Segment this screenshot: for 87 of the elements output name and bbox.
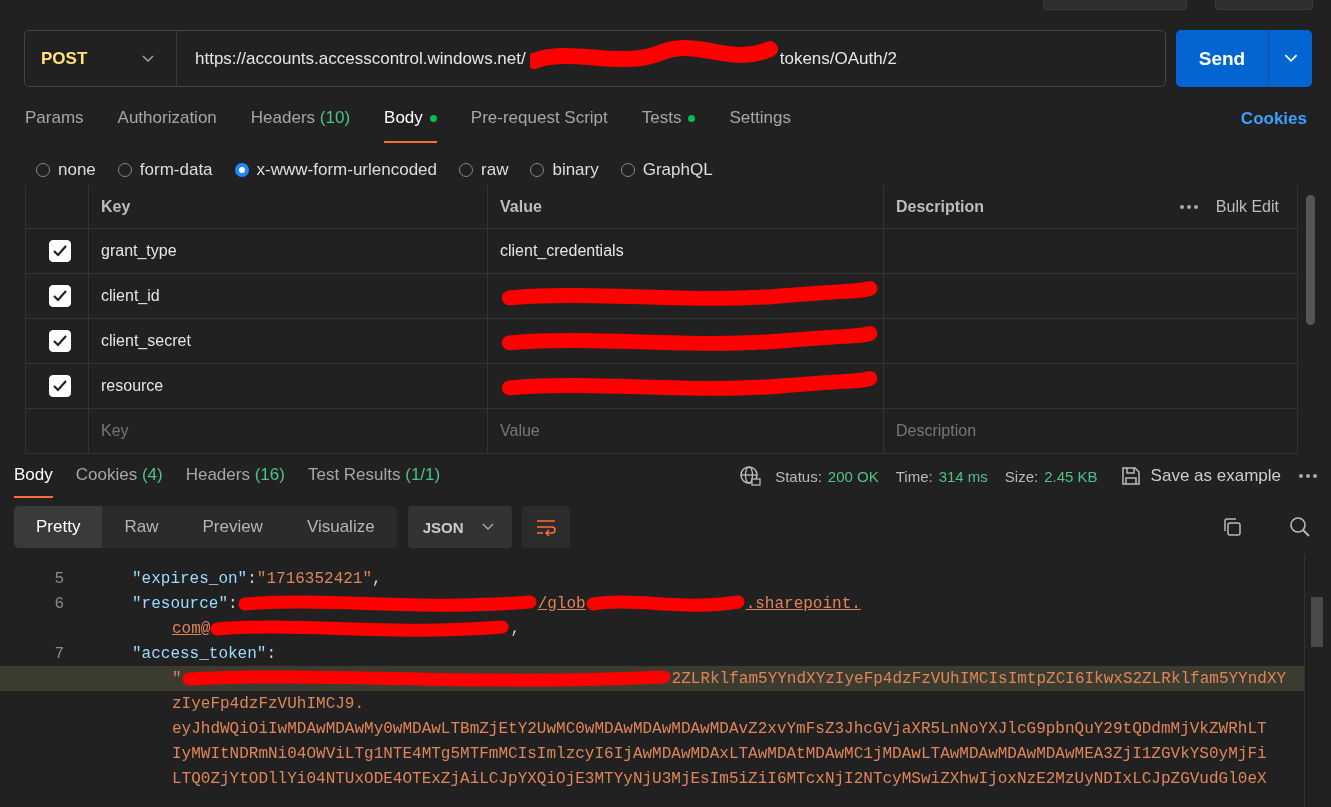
response-tab[interactable]: Test Results (1/1) <box>307 454 441 498</box>
url-text: tokens/OAuth/2 <box>779 48 897 69</box>
checkbox[interactable] <box>49 375 71 397</box>
code-text: 2ZLRklfam5YYndXYzIyeFp4dzFzVUhIMCIsImtpZCI6IkwxS2ZLRklfam5YYndXY <box>671 669 1287 688</box>
globe-lock-icon[interactable] <box>739 465 762 487</box>
code-text: .sharepoint. <box>745 594 861 613</box>
format-dropdown[interactable]: JSON <box>407 506 512 548</box>
column-header: Key <box>89 185 488 228</box>
chevron-icon <box>1283 54 1298 63</box>
checkbox[interactable] <box>49 285 71 307</box>
request-tab[interactable]: Headers (10) <box>250 95 351 143</box>
code-text: "1716352421" <box>256 569 373 588</box>
response-tab[interactable]: Body <box>14 454 53 498</box>
url-text: https://accounts.accesscontrol.windows.net/ <box>195 48 526 69</box>
checkbox[interactable] <box>49 240 71 262</box>
column-header: Value <box>488 185 884 228</box>
view-tab[interactable]: Pretty <box>14 506 103 548</box>
code-text: , <box>510 619 520 638</box>
table-cell: client_secret <box>101 332 191 350</box>
body-type-radio[interactable]: GraphQL <box>620 155 713 185</box>
body-type-radio[interactable]: raw <box>459 155 509 185</box>
code-text: eyJhdWQiOiIwMDAwMDAwMy0wMDAwLTBmZjEtY2UwMC0wMDAwMDAwMDAwMDAvZ2xvYmFsZ3JhcGVjaXR5LnNoYXJlcG9pbnQuY29tQDdmMjVkZWRhLT <box>172 719 1267 738</box>
url-field[interactable]: https://accounts.accesscontrol.windows.net/ tokens/OAuth/2 <box>177 31 1165 86</box>
code-text: /glob <box>537 594 586 613</box>
line-number: 5 <box>54 569 64 588</box>
save-icon <box>1120 466 1141 486</box>
body-type-radio[interactable]: form-data <box>117 155 213 185</box>
scrollbar[interactable] <box>1311 597 1323 647</box>
code-text: "access_token" <box>132 644 267 663</box>
chevron-icon <box>481 523 494 531</box>
table-cell: client_id <box>101 287 160 305</box>
code-text: : <box>266 644 277 663</box>
response-tab[interactable]: Cookies (4) <box>75 454 163 498</box>
status-label: Status: <box>775 467 822 485</box>
request-tab[interactable]: Tests <box>641 95 696 143</box>
key-placeholder[interactable]: Key <box>101 422 129 440</box>
value-placeholder[interactable]: Value <box>500 422 540 440</box>
method-dropdown[interactable]: POST <box>25 31 177 86</box>
view-tab[interactable]: Preview <box>180 506 285 548</box>
body-type-radio[interactable]: none <box>36 155 96 185</box>
code-text: "expires_on" <box>132 569 248 588</box>
code-text: LTQ0ZjYtODllYi04NTUxODE4OTExZjAiLCJpYXQiOjE3MTYyNjU3MjEsIm5iZiI6MTcxNjI2NTcyMSwiZXhwIjoxNzE2MzUyNDIxLCJpZGVudGl0eX <box>172 769 1267 788</box>
chevron-icon <box>142 54 154 63</box>
scrollbar[interactable] <box>1306 195 1315 325</box>
wrap-icon <box>534 518 557 536</box>
code-text: "resource" <box>132 594 228 613</box>
code-text: IyMWItNDRmNi04OWViLTg1NTE4MTg5MTFmMCIsImlzcyI6IjAwMDAwMDAxLTAwMDAtMDAwMC1jMDAwLTAwMDAwMDAwMDAwMEA3ZjI1ZGVkYS0yMjFi <box>172 744 1267 763</box>
code-text: , <box>372 569 382 588</box>
time-value: 314 ms <box>938 467 988 485</box>
checkbox[interactable] <box>49 330 71 352</box>
request-tab[interactable]: Pre-request Script <box>470 95 608 143</box>
view-tab[interactable]: Raw <box>102 506 181 548</box>
response-tab[interactable]: Headers (16) <box>185 454 285 498</box>
bulk-edit-link[interactable]: Bulk Edit <box>1215 197 1279 216</box>
request-tab[interactable]: Settings <box>729 95 791 143</box>
code-text: zIyeFp4dzFzVUhIMCJ9. <box>172 694 365 713</box>
check-icon <box>52 244 68 258</box>
description-placeholder[interactable]: Description <box>896 422 977 440</box>
code-text: com@ <box>172 619 211 638</box>
save-as-example-button[interactable]: Save as example <box>1120 454 1281 498</box>
line-number: 6 <box>54 594 64 613</box>
check-icon <box>52 334 68 348</box>
request-tab[interactable]: Body <box>384 95 437 143</box>
view-tab[interactable]: Visualize <box>284 506 397 548</box>
code-text: " <box>172 669 182 688</box>
send-button[interactable]: Send <box>1176 30 1268 87</box>
table-cell: grant_type <box>101 242 177 260</box>
time-label: Time: <box>895 467 933 485</box>
size-value: 2.45 KB <box>1044 467 1098 485</box>
table-cell: resource <box>101 377 164 395</box>
code-text: : <box>247 569 257 588</box>
search-icon[interactable] <box>1289 516 1311 538</box>
check-icon <box>52 289 68 303</box>
body-type-radio[interactable]: binary <box>530 155 599 185</box>
table-cell: client_credentials <box>500 242 624 260</box>
wrap-lines-button[interactable] <box>521 506 570 548</box>
line-number: 7 <box>54 644 64 663</box>
copy-icon[interactable] <box>1221 516 1243 538</box>
status-value: 200 OK <box>827 467 879 485</box>
cookies-link[interactable]: Cookies <box>1240 109 1307 129</box>
request-tab[interactable]: Authorization <box>117 95 217 143</box>
size-label: Size: <box>1004 467 1039 485</box>
body-type-radio[interactable]: x-www-form-urlencoded <box>234 155 437 185</box>
column-header: Description <box>896 197 984 216</box>
code-text: : <box>228 594 238 613</box>
request-tab[interactable]: Params <box>25 95 84 143</box>
check-icon <box>52 379 68 393</box>
